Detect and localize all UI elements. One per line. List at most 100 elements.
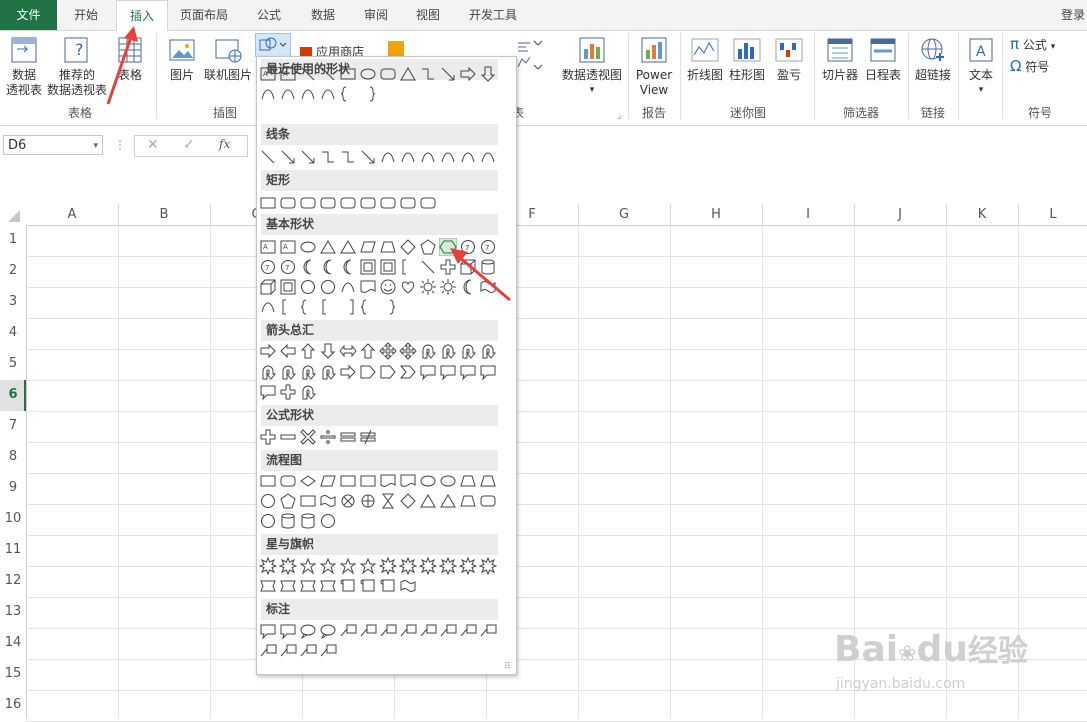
callout-shape-icon[interactable] xyxy=(419,363,437,381)
para-shape-icon[interactable] xyxy=(319,472,337,490)
circ-shape-icon[interactable] xyxy=(259,492,277,510)
line-shape-icon[interactable] xyxy=(319,65,337,83)
lcallout-shape-icon[interactable] xyxy=(339,622,357,640)
rrect-shape-icon[interactable] xyxy=(419,194,437,212)
pivot-table-button[interactable]: 数据 透视表 xyxy=(4,35,44,98)
trap-shape-icon[interactable] xyxy=(479,472,497,490)
bracket2-shape-icon[interactable] xyxy=(339,298,357,316)
scroll-shape-icon[interactable] xyxy=(379,577,397,595)
online-picture-button[interactable]: 联机图片 xyxy=(202,35,254,83)
hourglass-shape-icon[interactable] xyxy=(379,492,397,510)
enter-icon[interactable]: ✓ xyxy=(183,137,195,153)
callout-shape-icon[interactable] xyxy=(279,622,297,640)
neq-shape-icon[interactable] xyxy=(359,428,377,446)
star-shape-icon[interactable] xyxy=(299,557,317,575)
banner-shape-icon[interactable] xyxy=(279,577,297,595)
tab-formulas[interactable]: 公式 xyxy=(244,0,294,30)
curve-shape-icon[interactable] xyxy=(279,85,297,103)
numc-shape-icon[interactable]: 7 xyxy=(259,258,277,276)
lcallout-shape-icon[interactable] xyxy=(359,622,377,640)
pivot-chart-button[interactable]: 数据透视图 ▾ xyxy=(560,35,624,98)
uturn-shape-icon[interactable] xyxy=(319,363,337,381)
tri-shape-icon[interactable] xyxy=(419,492,437,510)
rrect-shape-icon[interactable] xyxy=(399,194,417,212)
star-shape-icon[interactable] xyxy=(339,557,357,575)
row-header-3[interactable]: 3 xyxy=(0,294,26,309)
uturn-shape-icon[interactable] xyxy=(279,363,297,381)
moon-shape-icon[interactable] xyxy=(339,258,357,276)
textbox-shape-icon[interactable]: A xyxy=(259,65,277,83)
sumj-shape-icon[interactable] xyxy=(339,492,357,510)
row-header-6[interactable]: 6 xyxy=(0,387,26,402)
rrect-shape-icon[interactable] xyxy=(379,194,397,212)
column-header-b[interactable]: B xyxy=(118,204,211,225)
oval-shape-icon[interactable] xyxy=(419,472,437,490)
circ-shape-icon[interactable] xyxy=(299,278,317,296)
elbow-shape-icon[interactable] xyxy=(339,148,357,166)
rrect-shape-icon[interactable] xyxy=(299,194,317,212)
doc-shape-icon[interactable] xyxy=(379,472,397,490)
rect-shape-icon[interactable] xyxy=(359,472,377,490)
oval-shape-icon[interactable] xyxy=(359,65,377,83)
star-shape-icon[interactable] xyxy=(359,557,377,575)
line-shape-icon[interactable] xyxy=(419,258,437,276)
lcallout-shape-icon[interactable] xyxy=(299,642,317,660)
circ-shape-icon[interactable] xyxy=(319,278,337,296)
row-header-13[interactable]: 13 xyxy=(0,604,26,619)
column-header-l[interactable]: L xyxy=(1018,204,1087,225)
brace-shape-icon[interactable] xyxy=(299,298,317,316)
brace2-shape-icon[interactable] xyxy=(359,85,377,103)
rrect-shape-icon[interactable] xyxy=(379,65,397,83)
scroll-shape-icon[interactable] xyxy=(359,577,377,595)
tri-shape-icon[interactable] xyxy=(319,238,337,256)
bracket-shape-icon[interactable] xyxy=(399,258,417,276)
row-header-8[interactable]: 8 xyxy=(0,449,26,464)
heart-shape-icon[interactable] xyxy=(399,278,417,296)
wave-shape-icon[interactable] xyxy=(319,492,337,510)
trap-shape-icon[interactable] xyxy=(459,492,477,510)
oval-shape-icon[interactable] xyxy=(439,472,457,490)
lcallout-shape-icon[interactable] xyxy=(399,622,417,640)
rect-shape-icon[interactable] xyxy=(339,472,357,490)
uturn-shape-icon[interactable] xyxy=(259,363,277,381)
burst-shape-icon[interactable] xyxy=(418,556,438,576)
arrowline-shape-icon[interactable] xyxy=(439,65,457,83)
rrect-shape-icon[interactable] xyxy=(279,472,297,490)
chev-shape-icon[interactable] xyxy=(399,363,417,381)
curve-shape-icon[interactable] xyxy=(399,148,417,166)
lrarrow-shape-icon[interactable] xyxy=(339,342,357,360)
circ-shape-icon[interactable] xyxy=(259,512,277,530)
plus-shape-icon[interactable] xyxy=(279,383,297,401)
row-header-2[interactable]: 2 xyxy=(0,263,26,278)
moon-shape-icon[interactable] xyxy=(299,258,317,276)
callout2-shape-icon[interactable] xyxy=(299,622,317,640)
row-header-11[interactable]: 11 xyxy=(0,542,26,557)
pent-shape-icon[interactable] xyxy=(279,492,297,510)
rarrow-shape-icon[interactable] xyxy=(259,342,277,360)
can-shape-icon[interactable] xyxy=(279,512,297,530)
uturn-shape-icon[interactable] xyxy=(439,342,457,360)
rarrow-shape-icon[interactable] xyxy=(459,65,477,83)
uturn-shape-icon[interactable] xyxy=(459,342,477,360)
row-header-15[interactable]: 15 xyxy=(0,666,26,681)
sparkline-winloss-button[interactable]: 盈亏 xyxy=(770,35,808,83)
tab-file[interactable]: 文件 xyxy=(0,0,57,30)
lcallout-shape-icon[interactable] xyxy=(319,642,337,660)
scroll-shape-icon[interactable] xyxy=(339,577,357,595)
row-header-12[interactable]: 12 xyxy=(0,573,26,588)
numc-shape-icon[interactable]: 7 xyxy=(279,258,297,276)
flowdec-shape-icon[interactable] xyxy=(299,472,317,490)
uturn-shape-icon[interactable] xyxy=(479,342,497,360)
star-shape-icon[interactable] xyxy=(319,557,337,575)
sun-shape-icon[interactable] xyxy=(419,278,437,296)
larrow-shape-icon[interactable] xyxy=(279,342,297,360)
pentarrow-shape-icon[interactable] xyxy=(379,363,397,381)
column-header-i[interactable]: I xyxy=(762,204,855,225)
resize-grip-icon[interactable]: ⠿ xyxy=(504,662,511,672)
callout-shape-icon[interactable] xyxy=(259,383,277,401)
banner-shape-icon[interactable] xyxy=(319,577,337,595)
burst-shape-icon[interactable] xyxy=(278,556,298,576)
curve-shape-icon[interactable] xyxy=(379,148,397,166)
row-header-9[interactable]: 9 xyxy=(0,480,26,495)
darrow-shape-icon[interactable] xyxy=(479,65,497,83)
